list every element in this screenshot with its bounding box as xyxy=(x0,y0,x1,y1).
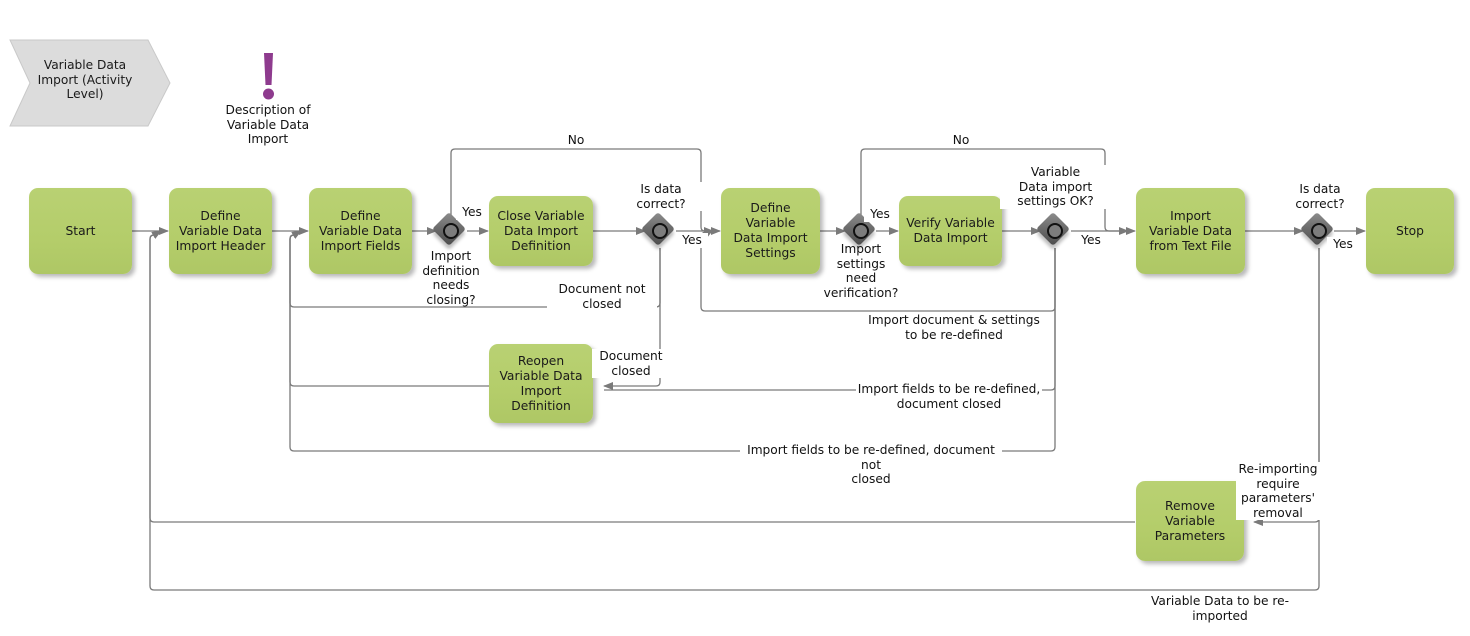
task-start[interactable]: Start xyxy=(29,188,132,274)
task-remove-variable-parameters[interactable]: Remove Variable Parameters xyxy=(1136,481,1244,561)
edge-label-no-1: No xyxy=(556,133,596,148)
edge-label-variable-data-to-be-reimported: Variable Data to be re- imported xyxy=(1122,594,1318,623)
task-reopen-variable-data-import-definition[interactable]: Reopen Variable Data Import Definition xyxy=(489,344,593,423)
edge-label-document-closed: Document closed xyxy=(592,349,670,378)
flowchart-canvas: Variable Data Import (Activity Level) De… xyxy=(0,0,1470,636)
task-define-variable-data-import-header[interactable]: Define Variable Data Import Header xyxy=(169,188,272,274)
edge-label-import-document-and-settings-redefined: Import document & settings to be re-defi… xyxy=(866,313,1042,342)
edge-label-yes-closing: Yes xyxy=(456,205,488,220)
edge-label-import-fields-redefined-document-not-closed: Import fields to be re-defined, document… xyxy=(740,443,1002,487)
gateway-circle-icon xyxy=(443,223,459,239)
task-define-variable-data-import-settings[interactable]: Define Variable Data Import Settings xyxy=(721,188,820,274)
task-stop[interactable]: Stop xyxy=(1366,188,1454,274)
edge-label-reimporting-requires-parameters-removal: Re-importing require parameters' removal xyxy=(1236,462,1320,520)
edge-label-document-not-closed: Document not closed xyxy=(547,282,657,311)
annotation-label: Description of Variable Data Import xyxy=(225,103,311,146)
gateway-circle-icon xyxy=(853,223,869,239)
gateway-label-import-settings-need-verification: Import settings need verification? xyxy=(823,242,899,300)
task-close-variable-data-import-definition[interactable]: Close Variable Data Import Definition xyxy=(489,196,593,266)
edge-label-yes-verify: Yes xyxy=(864,207,896,222)
connector-layer xyxy=(132,148,1366,591)
gateway-is-data-correct-1[interactable] xyxy=(641,212,677,248)
edge-label-no-2: No xyxy=(941,133,981,148)
task-define-variable-data-import-fields[interactable]: Define Variable Data Import Fields xyxy=(309,188,412,274)
exclamation-mark-icon xyxy=(263,53,274,100)
gateway-circle-icon xyxy=(1311,223,1327,239)
edge-label-import-fields-redefined-document-closed: Import fields to be re-defined, document… xyxy=(856,382,1042,411)
task-import-variable-data-from-text-file[interactable]: Import Variable Data from Text File xyxy=(1136,188,1245,274)
gateway-label-import-definition-needs-closing: Import definition needs closing? xyxy=(422,249,480,307)
task-verify-variable-data-import[interactable]: Verify Variable Data Import xyxy=(899,196,1002,266)
gateway-circle-icon xyxy=(652,223,668,239)
gateway-label-is-data-correct-2: Is data correct? xyxy=(1277,182,1363,211)
gateway-variable-data-import-settings-ok[interactable] xyxy=(1036,212,1072,248)
gateway-circle-icon xyxy=(1047,223,1063,239)
gateway-label-variable-data-import-settings-ok: Variable Data import settings OK? xyxy=(1000,165,1111,209)
activity-level-banner-label: Variable Data Import (Activity Level) xyxy=(37,58,133,101)
edge-label-yes-correct-2: Yes xyxy=(1327,237,1359,252)
edge-label-yes-settings: Yes xyxy=(1075,233,1107,248)
gateway-label-is-data-correct-1: Is data correct? xyxy=(618,182,704,211)
edge-label-yes-correct-1: Yes xyxy=(676,233,708,248)
